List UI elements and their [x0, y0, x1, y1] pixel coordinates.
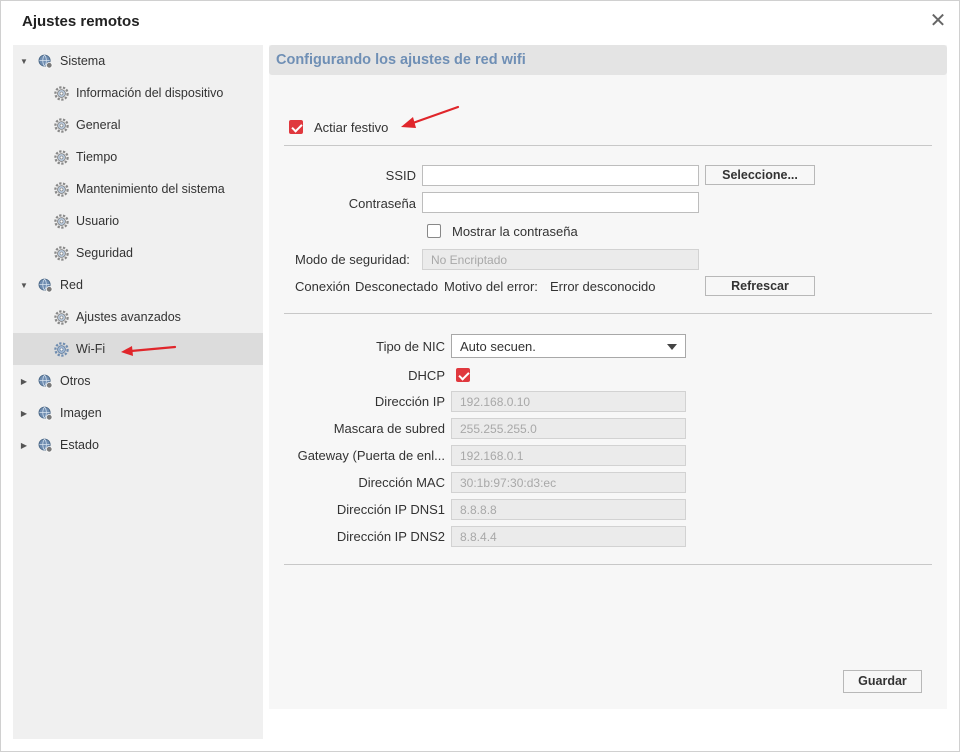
tree-item-sistema[interactable]: ▼ Sistema [13, 45, 263, 77]
tree-item-label: Mantenimiento del sistema [76, 182, 225, 196]
chevron-right-icon[interactable]: ▶ [20, 377, 28, 386]
nic-type-select[interactable]: Auto secuen. [451, 334, 686, 358]
dhcp-label: DHCP [408, 368, 445, 383]
window-title: Ajustes remotos [22, 13, 140, 30]
chevron-right-icon[interactable]: ▶ [20, 409, 28, 418]
tree-item-estado[interactable]: ▶ Estado [13, 429, 263, 461]
gear-icon [54, 149, 69, 165]
tree-item-label: Ajustes avanzados [76, 310, 181, 324]
globe-gear-icon [38, 374, 53, 388]
remote-settings-window: Ajustes remotos ✕ ▼ Sistema Información … [0, 0, 960, 752]
divider [284, 313, 932, 314]
chevron-down-icon[interactable]: ▼ [20, 281, 28, 290]
chevron-down-icon [667, 344, 677, 350]
close-icon[interactable]: ✕ [927, 11, 949, 33]
tree-item-informacion[interactable]: Información del dispositivo [13, 77, 263, 109]
ssid-input[interactable] [422, 165, 699, 186]
dhcp-checkbox[interactable] [456, 368, 470, 382]
tree-item-mantenimiento[interactable]: Mantenimiento del sistema [13, 173, 263, 205]
tree-item-red[interactable]: ▼ Red [13, 269, 263, 301]
divider [284, 564, 932, 565]
globe-gear-icon [38, 54, 53, 68]
mac-address-label: Dirección MAC [358, 475, 445, 490]
tree-item-usuario[interactable]: Usuario [13, 205, 263, 237]
globe-gear-icon [38, 278, 53, 292]
security-mode-label: Modo de seguridad: [295, 252, 410, 267]
enable-checkbox[interactable] [289, 120, 303, 134]
globe-gear-icon [38, 406, 53, 420]
select-network-button[interactable]: Seleccione... [705, 165, 815, 185]
wifi-settings-panel: Configurando los ajustes de red wifi Act… [269, 45, 947, 709]
tree-item-label: Sistema [60, 54, 106, 68]
save-button[interactable]: Guardar [843, 670, 922, 693]
subnet-mask-field: 255.255.255.0 [451, 418, 686, 439]
tree-item-general[interactable]: General [13, 109, 263, 141]
tree-item-label: Estado [60, 438, 99, 452]
gear-icon [54, 181, 69, 197]
gateway-label: Gateway (Puerta de enl... [297, 448, 445, 463]
subnet-mask-label: Mascara de subred [333, 421, 445, 436]
chevron-down-icon[interactable]: ▼ [20, 57, 28, 66]
ip-address-field: 192.168.0.10 [451, 391, 686, 412]
dns1-field: 8.8.8.8 [451, 499, 686, 520]
security-mode-field: No Encriptado [422, 249, 699, 270]
gear-icon [54, 213, 69, 229]
mac-address-field: 30:1b:97:30:d3:ec [451, 472, 686, 493]
chevron-right-icon[interactable]: ▶ [20, 441, 28, 450]
gear-icon [54, 117, 69, 133]
tree-item-label: Usuario [76, 214, 120, 228]
password-input[interactable] [422, 192, 699, 213]
globe-gear-icon [38, 438, 53, 452]
divider [284, 145, 932, 146]
gear-icon [54, 341, 69, 357]
dns2-field: 8.8.4.4 [451, 526, 686, 547]
error-reason-value: Error desconocido [550, 279, 656, 294]
tree-item-label: Tiempo [76, 150, 118, 164]
nic-type-value: Auto secuen. [460, 339, 536, 354]
ssid-label: SSID [385, 168, 416, 183]
settings-tree: ▼ Sistema Información del dispositivo Ge… [13, 45, 263, 739]
password-label: Contraseña [348, 196, 416, 211]
refresh-button[interactable]: Refrescar [705, 276, 815, 296]
tree-item-label: Información del dispositivo [76, 86, 224, 100]
nic-type-label: Tipo de NIC [376, 339, 445, 354]
error-reason-label: Motivo del error: [444, 279, 538, 294]
gear-icon [54, 85, 69, 101]
connection-label: Conexión [295, 279, 350, 294]
gear-icon [54, 245, 69, 261]
show-password-checkbox[interactable] [427, 224, 441, 238]
dns2-label: Dirección IP DNS2 [336, 529, 445, 544]
tree-item-wifi[interactable]: Wi-Fi [13, 333, 263, 365]
tree-item-label: Seguridad [76, 246, 133, 260]
tree-item-label: Otros [60, 374, 91, 388]
ip-address-label: Dirección IP [374, 394, 445, 409]
gear-icon [54, 309, 69, 325]
dns1-label: Dirección IP DNS1 [336, 502, 445, 517]
tree-item-ajustes-avanzados[interactable]: Ajustes avanzados [13, 301, 263, 333]
panel-title: Configurando los ajustes de red wifi [276, 52, 526, 68]
panel-header: Configurando los ajustes de red wifi [269, 45, 947, 75]
connection-status: Desconectado [355, 279, 439, 294]
tree-item-label: Imagen [60, 406, 102, 420]
enable-label: Actiar festivo [314, 120, 389, 135]
tree-item-seguridad[interactable]: Seguridad [13, 237, 263, 269]
tree-item-label: Red [60, 278, 83, 292]
show-password-label: Mostrar la contraseña [452, 224, 578, 239]
tree-item-label: General [76, 118, 121, 132]
tree-item-tiempo[interactable]: Tiempo [13, 141, 263, 173]
gateway-field: 192.168.0.1 [451, 445, 686, 466]
tree-item-otros[interactable]: ▶ Otros [13, 365, 263, 397]
tree-item-imagen[interactable]: ▶ Imagen [13, 397, 263, 429]
tree-item-label: Wi-Fi [76, 342, 106, 356]
